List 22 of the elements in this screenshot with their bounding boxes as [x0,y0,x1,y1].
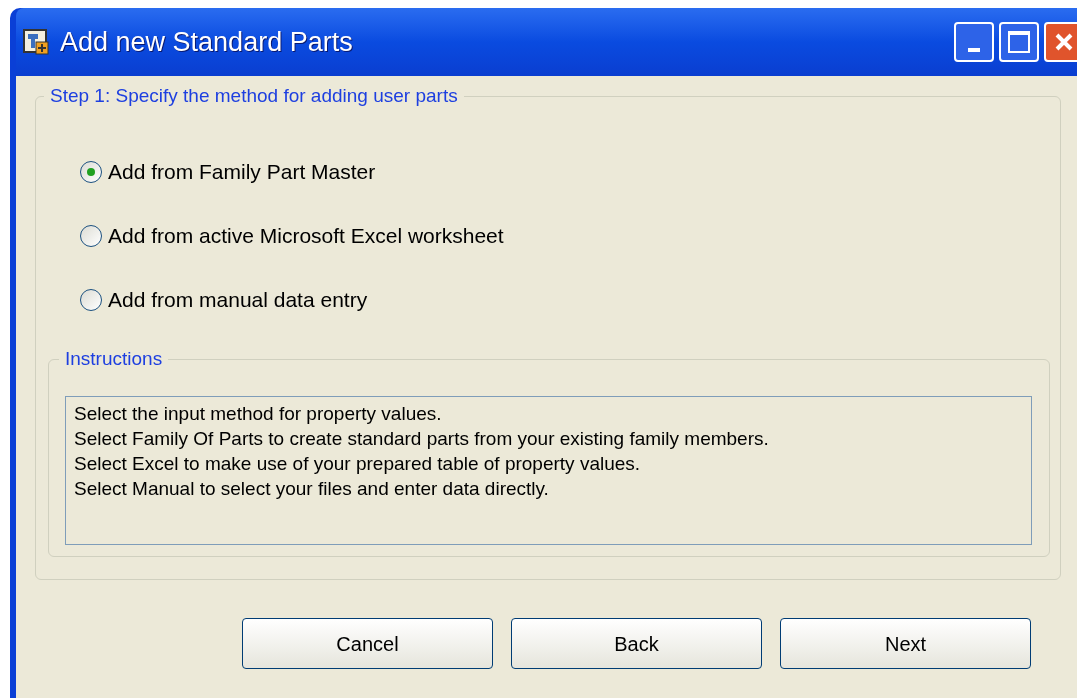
app-icon [22,28,50,56]
window-title: Add new Standard Parts [60,25,353,59]
radio-button[interactable] [80,161,102,183]
dialog-button[interactable]: Next [780,618,1031,669]
maximize-button[interactable] [999,22,1039,62]
instruction-text: Select Excel to make use of your prepared table of property values. [74,452,642,476]
instruction-text: Select Family Of Parts to create standard parts from your existing family members. [74,427,770,451]
radio-label: Add from active Microsoft Excel worksheet [108,223,504,250]
instruction-text: Select Manual to select your files and enter data directly. [74,477,550,501]
dialog-button[interactable]: Back [511,618,762,669]
radio-label: Add from Family Part Master [108,159,376,186]
minimize-button[interactable] [954,22,994,62]
close-button[interactable] [1044,22,1077,62]
radio-button[interactable] [80,289,102,311]
radio-option[interactable]: Add from manual data entry [80,287,1060,313]
dialog-button[interactable]: Cancel [242,618,493,669]
radio-option[interactable]: Add from active Microsoft Excel worksheet [80,223,1060,249]
radio-label: Add from manual data entry [108,287,368,314]
radio-button[interactable] [80,225,102,247]
instruction-text: Select the input method for property values. [74,402,443,426]
close-icon [1054,32,1074,52]
radio-option[interactable]: Add from Family Part Master [80,159,1060,185]
